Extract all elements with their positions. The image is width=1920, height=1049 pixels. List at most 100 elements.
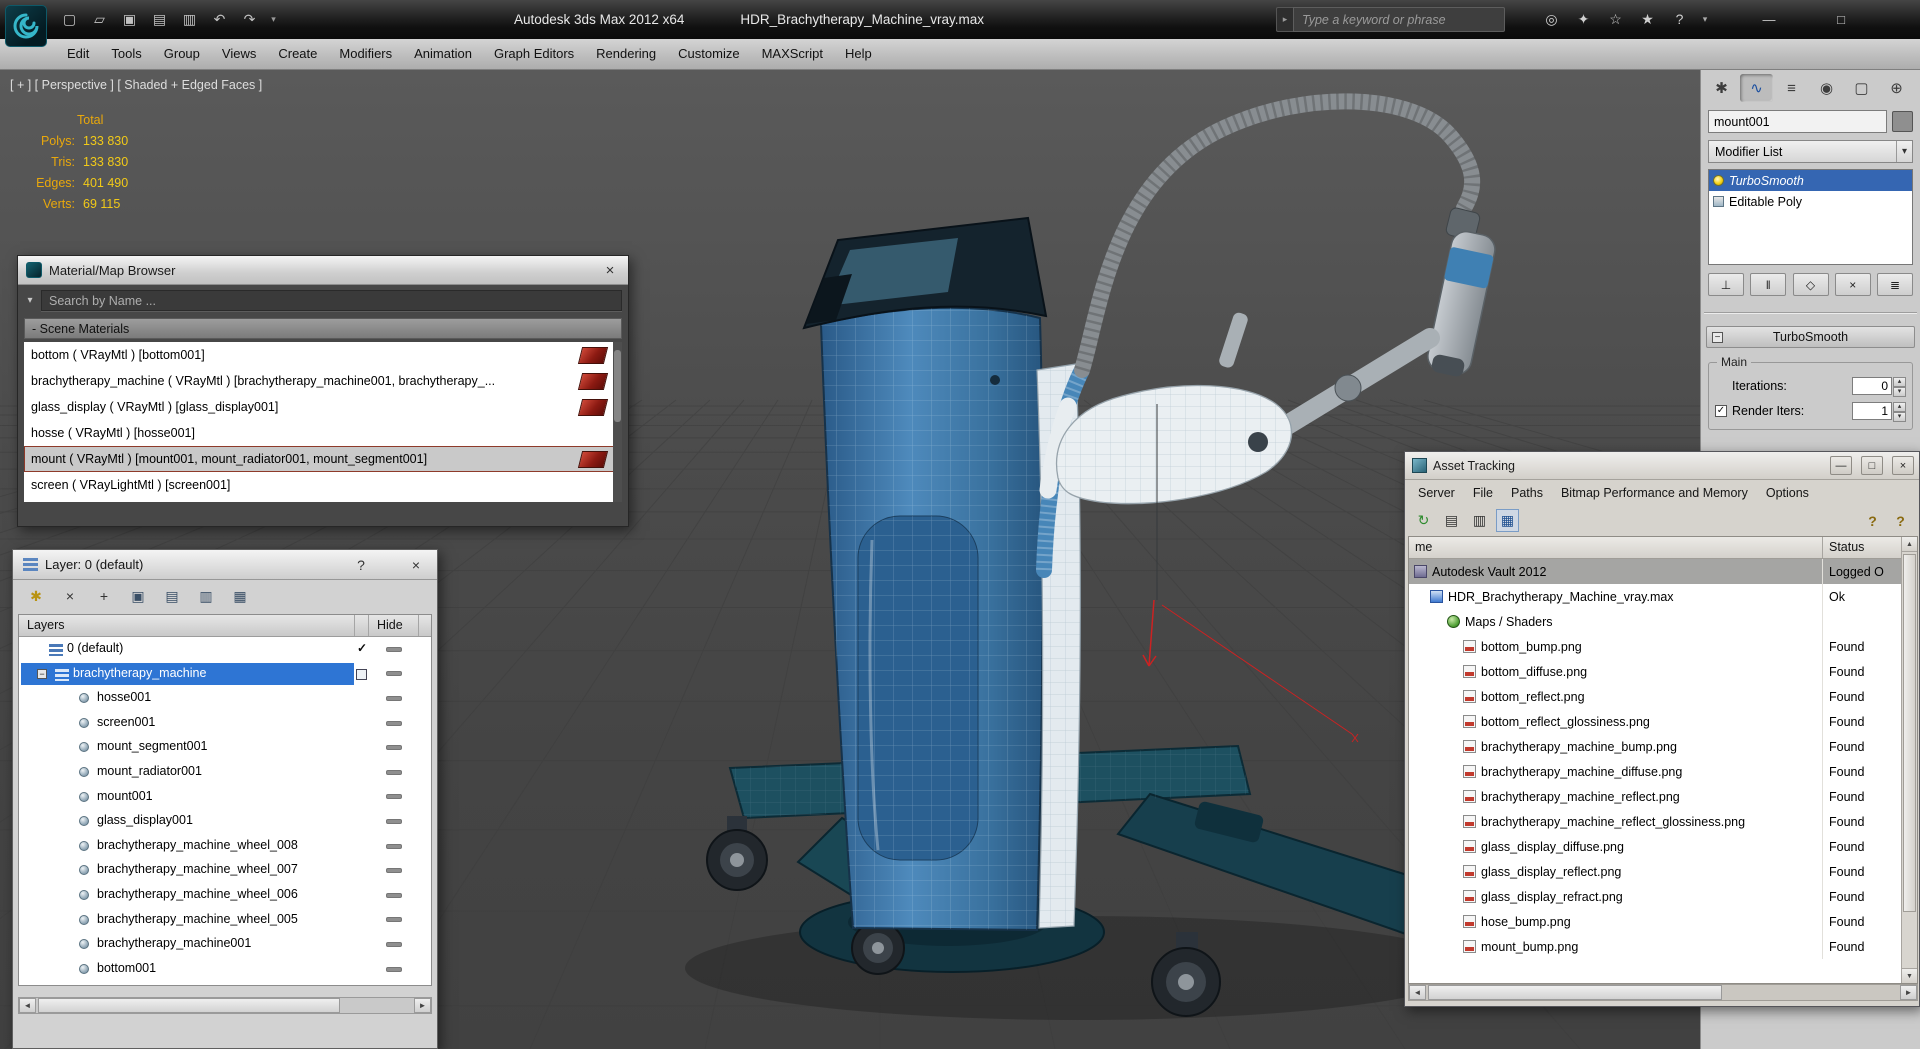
redo-icon[interactable]: ↷ — [238, 7, 261, 31]
object-row[interactable]: mount_radiator001 — [19, 760, 431, 785]
asset-tracking-titlebar[interactable]: Asset Tracking — □ × — [1405, 452, 1919, 480]
object-row[interactable]: hosse001 — [19, 686, 431, 711]
help-icon[interactable]: ? — [1668, 7, 1691, 31]
select-layer-icon[interactable]: ▣ — [126, 585, 150, 607]
qat-dropdown-icon[interactable]: ▾ — [268, 7, 279, 31]
layer-row-selected[interactable]: − brachytherapy_machine — [19, 662, 431, 687]
menu-server[interactable]: Server — [1409, 486, 1464, 500]
refresh-icon[interactable]: ↻ — [1412, 509, 1435, 532]
layer-window-titlebar[interactable]: Layer: 0 (default) ? × — [13, 550, 437, 580]
scroll-right-icon[interactable]: ► — [1900, 985, 1917, 1000]
asset-row[interactable]: brachytherapy_machine_reflect.png Found — [1409, 784, 1901, 809]
open-file-icon[interactable]: ▱ — [88, 7, 111, 31]
create-layer-icon[interactable]: ✱ — [24, 585, 48, 607]
tab-hierarchy[interactable]: ≡ — [1775, 74, 1808, 102]
maximize-button[interactable]: □ — [1822, 8, 1860, 30]
asset-row[interactable]: bottom_reflect_glossiness.png Found — [1409, 709, 1901, 734]
communities-icon[interactable]: ◎ — [1540, 7, 1563, 31]
object-row[interactable]: brachytherapy_machine_wheel_005 — [19, 908, 431, 933]
scroll-left-icon[interactable]: ◄ — [19, 998, 36, 1013]
menu-options[interactable]: Options — [1757, 486, 1818, 500]
material-search-input[interactable] — [41, 290, 622, 311]
hide-toggle[interactable] — [369, 662, 419, 687]
scroll-right-icon[interactable]: ► — [414, 998, 431, 1013]
object-row[interactable]: bottom001 — [19, 957, 431, 982]
hide-column-header[interactable]: Hide — [369, 615, 419, 636]
status-column-header[interactable]: Status — [1823, 537, 1901, 558]
chevron-down-icon[interactable]: ▾ — [1896, 141, 1912, 162]
search-go-icon[interactable]: ▸ — [1276, 7, 1293, 32]
menu-maxscript[interactable]: MAXScript — [751, 39, 834, 69]
collapse-icon[interactable]: − — [1712, 331, 1723, 343]
star-icon[interactable]: ★ — [1636, 7, 1659, 31]
asset-row[interactable]: mount_bump.png Found — [1409, 934, 1901, 959]
spin-up-icon[interactable]: ▴ — [1893, 376, 1906, 387]
menu-paths[interactable]: Paths — [1502, 486, 1552, 500]
hide-toggle[interactable] — [369, 858, 419, 883]
material-browser-titlebar[interactable]: Material/Map Browser × — [18, 256, 628, 285]
menu-modifiers[interactable]: Modifiers — [328, 39, 403, 69]
save-file-icon[interactable]: ▣ — [118, 7, 141, 31]
asset-row[interactable]: Maps / Shaders — [1409, 609, 1901, 634]
hide-toggle[interactable] — [369, 735, 419, 760]
close-icon[interactable]: × — [405, 557, 427, 573]
object-row[interactable]: brachytherapy_machine_wheel_008 — [19, 834, 431, 859]
menu-edit[interactable]: Edit — [56, 39, 100, 69]
asset-row[interactable]: HDR_Brachytherapy_Machine_vray.max Ok — [1409, 584, 1901, 609]
hide-toggle[interactable] — [369, 957, 419, 982]
hide-toggle[interactable] — [369, 760, 419, 785]
asset-vscrollbar[interactable]: ▲ ▼ — [1901, 537, 1917, 983]
tab-display[interactable]: ▢ — [1845, 74, 1878, 102]
asset-row[interactable]: hose_bump.png Found — [1409, 909, 1901, 934]
material-row[interactable]: glass_display ( VRayMtl ) [glass_display… — [24, 394, 622, 420]
hide-freeze-icon[interactable]: ▦ — [228, 585, 252, 607]
help-icon[interactable]: ? — [1861, 509, 1884, 532]
layer-hscrollbar[interactable]: ◄ ► — [18, 997, 432, 1014]
list-view-icon[interactable]: ▥ — [1468, 509, 1491, 532]
tab-motion[interactable]: ◉ — [1810, 74, 1843, 102]
maximize-button[interactable]: □ — [1861, 456, 1883, 475]
set-current-layer-icon[interactable]: ▤ — [160, 585, 184, 607]
menu-help[interactable]: Help — [834, 39, 883, 69]
material-list-scrollbar[interactable] — [613, 342, 622, 502]
current-layer-check[interactable]: ✓ — [355, 641, 369, 655]
hide-toggle[interactable] — [369, 834, 419, 859]
hide-toggle[interactable] — [369, 686, 419, 711]
spin-up-icon[interactable]: ▴ — [1893, 401, 1906, 412]
minimize-button[interactable]: — — [1750, 8, 1788, 30]
asset-row[interactable]: bottom_reflect.png Found — [1409, 684, 1901, 709]
favorites-icon[interactable]: ☆ — [1604, 7, 1627, 31]
asset-row[interactable]: bottom_bump.png Found — [1409, 634, 1901, 659]
asset-row[interactable]: glass_display_refract.png Found — [1409, 884, 1901, 909]
layer-row[interactable]: 0 (default) ✓ — [19, 637, 431, 662]
asset-row[interactable]: Autodesk Vault 2012 Logged O — [1409, 559, 1901, 584]
tab-modify[interactable]: ∿ — [1740, 74, 1773, 102]
undo-icon[interactable]: ↶ — [208, 7, 231, 31]
object-row[interactable]: brachytherapy_machine001 — [19, 932, 431, 957]
viewport-label[interactable]: [ + ] [ Perspective ] [ Shaded + Edged F… — [10, 78, 262, 92]
collapse-all-icon[interactable]: ▾ — [24, 295, 36, 306]
current-layer-box[interactable] — [356, 668, 367, 680]
add-to-layer-icon[interactable]: + — [92, 585, 116, 607]
object-row[interactable]: mount001 — [19, 785, 431, 810]
close-icon[interactable]: × — [600, 262, 620, 279]
object-row[interactable]: mount_segment001 — [19, 735, 431, 760]
configure-modifier-sets-button[interactable]: ≣ — [1877, 273, 1913, 296]
menu-group[interactable]: Group — [153, 39, 211, 69]
object-color-swatch[interactable] — [1892, 111, 1913, 132]
bulb-icon[interactable] — [1713, 175, 1724, 186]
menu-rendering[interactable]: Rendering — [585, 39, 667, 69]
help-dropdown-icon[interactable]: ▾ — [1700, 7, 1710, 31]
name-column-header[interactable]: me — [1409, 537, 1823, 558]
scroll-up-icon[interactable]: ▲ — [1902, 537, 1917, 552]
highlight-layer-icon[interactable]: ▥ — [194, 585, 218, 607]
tab-create[interactable]: ✱ — [1705, 74, 1738, 102]
material-row[interactable]: brachytherapy_machine ( VRayMtl ) [brach… — [24, 368, 622, 394]
make-unique-button[interactable]: ◇ — [1792, 273, 1829, 296]
menu-views[interactable]: Views — [211, 39, 267, 69]
hide-toggle[interactable] — [369, 711, 419, 736]
asset-row[interactable]: brachytherapy_machine_diffuse.png Found — [1409, 759, 1901, 784]
material-row[interactable]: bottom ( VRayMtl ) [bottom001] — [24, 342, 622, 368]
asset-row[interactable]: glass_display_reflect.png Found — [1409, 859, 1901, 884]
object-row[interactable]: glass_display001 — [19, 809, 431, 834]
